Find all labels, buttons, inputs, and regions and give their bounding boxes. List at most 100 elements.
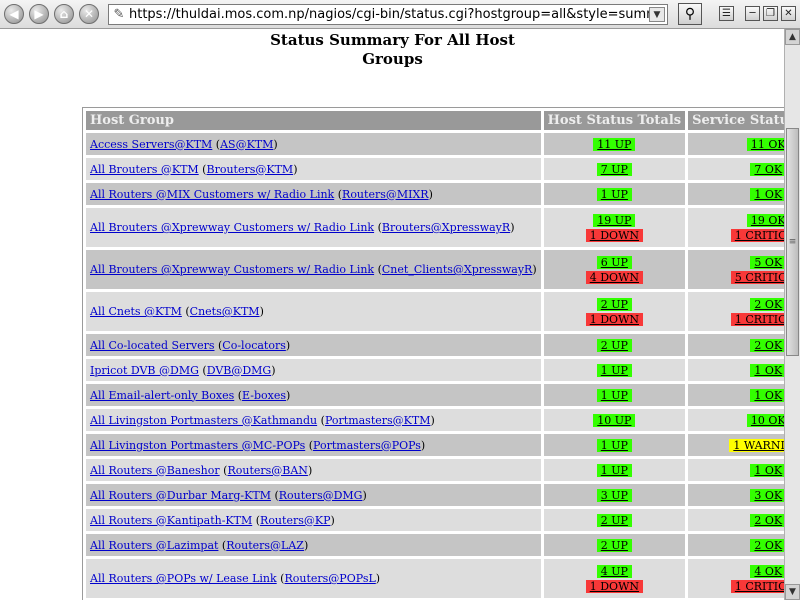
- host-status-ok-link[interactable]: 1 UP: [596, 187, 632, 201]
- service-status-ok-link[interactable]: 11 OK: [746, 137, 784, 151]
- host-status-ok-link[interactable]: 1 UP: [596, 438, 632, 452]
- host-status-cell: 10 UP: [543, 409, 686, 431]
- host-status-ok-link[interactable]: 10 UP: [593, 413, 636, 427]
- host-status-ok-link[interactable]: 6 UP: [596, 255, 632, 269]
- service-status-ok-link[interactable]: 10 OK: [746, 413, 784, 427]
- service-status-bad-link[interactable]: 1 CRITICAL: [730, 579, 784, 593]
- url-bar[interactable]: ✎ https://thuldai.mos.com.np/nagios/cgi-…: [108, 4, 668, 25]
- host-group-alias-link[interactable]: Routers@BAN: [227, 464, 307, 477]
- host-group-link[interactable]: Ipricot DVB @DMG: [90, 364, 199, 377]
- host-group-alias-link[interactable]: Cnets@KTM: [190, 305, 260, 318]
- host-status-ok-link[interactable]: 1 UP: [596, 363, 632, 377]
- host-status-ok-link[interactable]: 2 UP: [596, 513, 632, 527]
- service-status-ok-link[interactable]: 1 OK: [750, 463, 784, 477]
- host-status-ok-link[interactable]: 3 UP: [596, 488, 632, 502]
- host-group-alias-link[interactable]: AS@KTM: [220, 138, 273, 151]
- service-status-ok-link[interactable]: 2 OK: [750, 297, 784, 311]
- home-icon[interactable]: ⌂: [54, 4, 74, 24]
- host-status-ok-link[interactable]: 2 UP: [596, 338, 632, 352]
- service-status-warn-link[interactable]: 1 WARNING: [729, 438, 784, 452]
- host-group-link[interactable]: All Email-alert-only Boxes: [90, 389, 234, 402]
- host-group-alias-link[interactable]: DVB@DMG: [207, 364, 272, 377]
- host-group-link[interactable]: All Routers @MIX Customers w/ Radio Link: [90, 188, 334, 201]
- service-status-bad-link[interactable]: 1 CRITICAL: [730, 312, 784, 326]
- host-group-alias-link[interactable]: Portmasters@POPs: [313, 439, 421, 452]
- service-status-ok-link[interactable]: 3 OK: [750, 488, 784, 502]
- host-group-alias-link[interactable]: Routers@LAZ: [226, 539, 304, 552]
- host-group-cell: All Co-located Servers (Co-locators): [86, 334, 541, 356]
- host-group-alias-link[interactable]: Brouters@XpresswayR: [382, 221, 510, 234]
- host-group-cell: Ipricot DVB @DMG (DVB@DMG): [86, 359, 541, 381]
- paren: ): [428, 187, 433, 201]
- host-group-alias-link[interactable]: Routers@POPsL: [284, 572, 375, 585]
- service-status-bad-link[interactable]: 1 CRITICAL: [730, 228, 784, 242]
- service-status-ok-link[interactable]: 4 OK: [750, 564, 784, 578]
- host-status-ok-link[interactable]: 19 UP: [593, 213, 636, 227]
- paren: (: [212, 137, 221, 151]
- back-arrow-icon[interactable]: ◀: [4, 4, 24, 24]
- service-status-ok-link[interactable]: 1 OK: [750, 187, 784, 201]
- service-status-bad-link[interactable]: 5 CRITICAL: [730, 270, 784, 284]
- scroll-down-icon[interactable]: ▼: [785, 584, 800, 600]
- service-status-ok-link[interactable]: 2 OK: [750, 513, 784, 527]
- host-group-link[interactable]: All Routers @Durbar Marg-KTM: [90, 489, 271, 502]
- service-status-ok-link[interactable]: 2 OK: [750, 538, 784, 552]
- table-row: Access Servers@KTM (AS@KTM) 11 UP 11 OK: [86, 133, 784, 155]
- host-status-ok-link[interactable]: 1 UP: [596, 388, 632, 402]
- vertical-scrollbar[interactable]: ▲ ≡ ▼: [784, 29, 800, 600]
- host-status-ok-link[interactable]: 11 UP: [593, 137, 636, 151]
- host-status-ok-link[interactable]: 7 UP: [596, 162, 632, 176]
- service-status-ok-link[interactable]: 1 OK: [750, 388, 784, 402]
- host-status-ok-link[interactable]: 1 UP: [596, 463, 632, 477]
- host-status-bad-link[interactable]: 4 DOWN: [585, 270, 643, 284]
- service-status-ok-link[interactable]: 5 OK: [750, 255, 784, 269]
- magnifier-icon[interactable]: ⚲: [678, 3, 702, 25]
- host-group-cell: All Livingston Portmasters @Kathmandu (P…: [86, 409, 541, 431]
- host-status-bad-link[interactable]: 1 DOWN: [585, 579, 643, 593]
- host-status-bad-link[interactable]: 1 DOWN: [585, 312, 643, 326]
- host-group-link[interactable]: All Routers @Kantipath-KTM: [90, 514, 252, 527]
- menu-icon[interactable]: ☰: [719, 6, 734, 21]
- host-status-ok-link[interactable]: 4 UP: [596, 564, 632, 578]
- minimize-icon[interactable]: ─: [745, 6, 760, 21]
- service-status-ok-link[interactable]: 1 OK: [750, 363, 784, 377]
- host-group-alias-link[interactable]: Co-locators: [222, 339, 286, 352]
- host-group-link[interactable]: All Brouters @KTM: [90, 163, 199, 176]
- host-group-alias-link[interactable]: Cnet_Clients@XpresswayR: [382, 263, 532, 276]
- host-group-link[interactable]: All Brouters @Xprewway Customers w/ Radi…: [90, 263, 374, 276]
- service-status-ok-link[interactable]: 19 OK: [746, 213, 784, 227]
- maximize-icon[interactable]: ❐: [763, 6, 778, 21]
- service-status-ok-link[interactable]: 7 OK: [750, 162, 784, 176]
- host-group-link[interactable]: All Livingston Portmasters @MC-POPs: [90, 439, 305, 452]
- host-group-alias-link[interactable]: E-boxes: [242, 389, 286, 402]
- stop-icon[interactable]: ✕: [79, 4, 99, 24]
- host-group-link[interactable]: Access Servers@KTM: [90, 138, 212, 151]
- host-group-link[interactable]: All Routers @Baneshor: [90, 464, 220, 477]
- host-group-link[interactable]: All Brouters @Xprewway Customers w/ Radi…: [90, 221, 374, 234]
- service-status-cell: 19 OK1 CRITICAL: [688, 208, 784, 247]
- host-group-alias-link[interactable]: Routers@DMG: [279, 489, 363, 502]
- host-group-alias-link[interactable]: Routers@MIXR: [342, 188, 429, 201]
- paren: (: [181, 305, 190, 318]
- url-text[interactable]: https://thuldai.mos.com.np/nagios/cgi-bi…: [129, 7, 649, 22]
- host-group-link[interactable]: All Cnets @KTM: [90, 305, 182, 318]
- scrollbar-thumb[interactable]: ≡: [786, 128, 799, 356]
- host-group-alias-link[interactable]: Brouters@KTM: [206, 163, 293, 176]
- scroll-up-icon[interactable]: ▲: [785, 29, 800, 45]
- host-group-alias-link[interactable]: Portmasters@KTM: [325, 414, 431, 427]
- forward-arrow-icon[interactable]: ▶: [29, 4, 49, 24]
- host-group-link[interactable]: All Co-located Servers: [90, 339, 215, 352]
- host-group-link[interactable]: All Routers @POPs w/ Lease Link: [90, 572, 277, 585]
- host-group-link[interactable]: All Routers @Lazimpat: [90, 539, 218, 552]
- close-icon[interactable]: ✕: [781, 6, 796, 21]
- chevron-down-icon[interactable]: ▼: [649, 7, 665, 22]
- host-status-bad-link[interactable]: 1 DOWN: [585, 228, 643, 242]
- paren: (: [305, 438, 314, 452]
- host-status-ok-link[interactable]: 2 UP: [596, 297, 632, 311]
- host-group-alias-link[interactable]: Routers@KP: [260, 514, 330, 527]
- host-group-link[interactable]: All Livingston Portmasters @Kathmandu: [90, 414, 317, 427]
- host-status-ok-link[interactable]: 2 UP: [596, 538, 632, 552]
- host-group-cell: All Brouters @Xprewway Customers w/ Radi…: [86, 250, 541, 289]
- service-status-ok-link[interactable]: 2 OK: [750, 338, 784, 352]
- host-group-cell: All Cnets @KTM (Cnets@KTM): [86, 292, 541, 331]
